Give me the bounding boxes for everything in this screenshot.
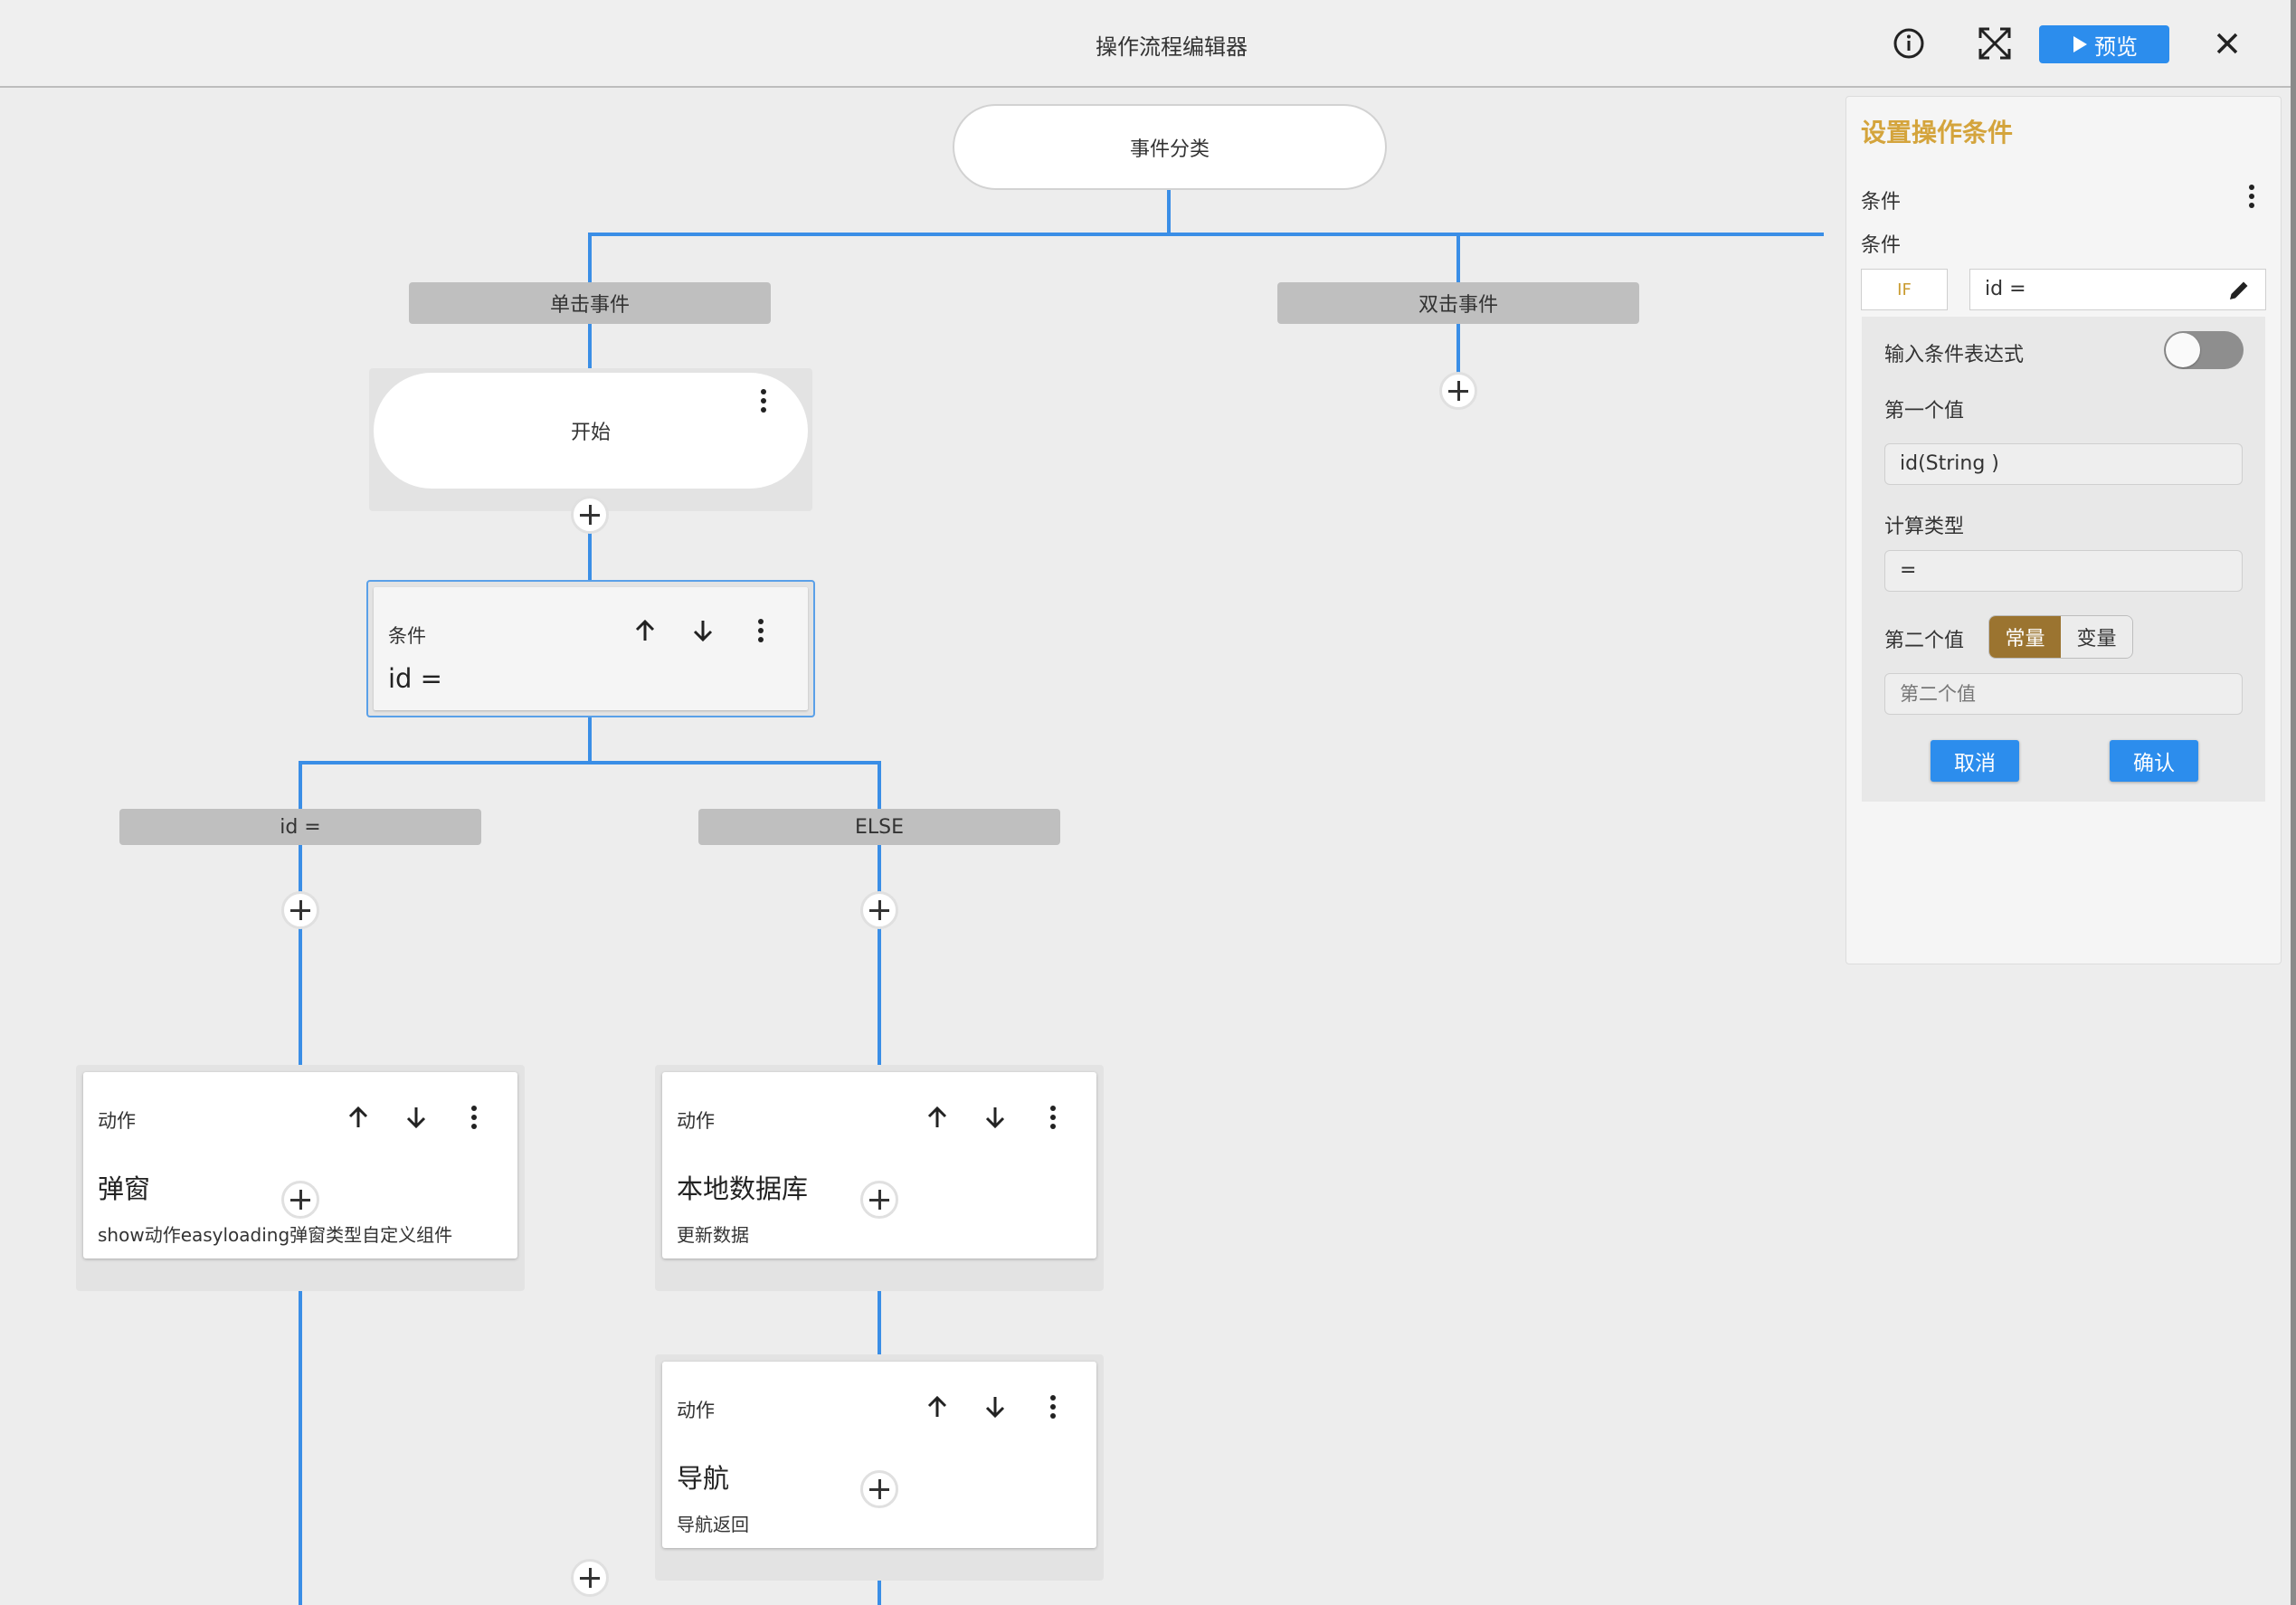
start-label: 开始 [570, 422, 611, 444]
first-value-label: 第一个值 [1884, 400, 1965, 423]
more-vert-icon[interactable] [1037, 1391, 1069, 1423]
condition-node[interactable]: 条件 id = [366, 580, 815, 717]
move-down-icon[interactable] [979, 1391, 1011, 1423]
move-down-icon[interactable] [979, 1101, 1011, 1134]
preview-label: 预览 [2094, 33, 2138, 60]
event-category-label: 事件分类 [1129, 138, 1210, 161]
move-up-icon[interactable] [629, 614, 661, 647]
branch-double-click-event[interactable]: 双击事件 [1277, 282, 1639, 324]
more-vert-icon[interactable] [458, 1101, 490, 1134]
fullscreen-icon[interactable] [1973, 22, 2016, 65]
add-node-button[interactable] [571, 1559, 609, 1597]
move-up-icon[interactable] [921, 1101, 954, 1134]
branch-if[interactable]: id = [119, 809, 481, 845]
branch-label: id = [280, 815, 321, 839]
add-node-button[interactable] [860, 891, 898, 929]
flow-canvas[interactable]: 事件分类 单击事件 双击事件 开始 条件 id = id = ELSE 动作 弹… [0, 90, 1827, 1605]
branch-label: 双击事件 [1418, 294, 1498, 317]
action-name: 本地数据库 [677, 1173, 809, 1204]
more-vert-icon[interactable] [2235, 180, 2268, 213]
more-vert-icon[interactable] [1037, 1101, 1069, 1134]
branch-label: ELSE [854, 815, 905, 839]
action-card[interactable]: 动作 弹窗 show动作easyloading弹窗类型自定义组件 [83, 1072, 517, 1258]
branch-else[interactable]: ELSE [698, 809, 1060, 845]
start-node[interactable]: 开始 [374, 373, 808, 489]
play-icon [2073, 36, 2087, 52]
condition-type: 条件 [388, 625, 426, 647]
preview-button[interactable]: 预览 [2039, 25, 2169, 63]
event-category-node[interactable]: 事件分类 [953, 104, 1387, 190]
title-bar: 操作流程编辑器 预览 [0, 0, 2291, 88]
connector [299, 761, 881, 765]
panel-title: 设置操作条件 [1861, 118, 2014, 147]
mode-variable-button[interactable]: 变量 [2061, 616, 2132, 658]
confirm-button[interactable]: 确认 [2110, 740, 2198, 782]
calc-type-select[interactable]: = [1884, 550, 2243, 592]
action-type: 动作 [677, 1400, 715, 1421]
action-desc: show动作easyloading弹窗类型自定义组件 [98, 1224, 453, 1246]
add-node-button[interactable] [281, 1181, 319, 1219]
second-value-mode: 常量 变量 [1988, 615, 2133, 659]
action-desc: 导航返回 [677, 1514, 749, 1535]
condition-expr: id = [388, 663, 442, 694]
action-type: 动作 [98, 1110, 136, 1132]
move-up-icon[interactable] [921, 1391, 954, 1423]
action-name: 弹窗 [98, 1173, 151, 1204]
if-tag[interactable]: IF [1861, 269, 1948, 310]
more-vert-icon[interactable] [747, 385, 780, 417]
branch-click-event[interactable]: 单击事件 [409, 282, 771, 324]
condition-field[interactable]: id = [1969, 269, 2266, 310]
window-title: 操作流程编辑器 [1096, 34, 1248, 60]
add-node-button[interactable] [1439, 372, 1477, 410]
flow-editor-dialog: 操作流程编辑器 预览 事件分类 单击事件 双击事件 开始 条件 id = id … [0, 0, 2291, 1605]
connector [588, 716, 592, 763]
expr-toggle[interactable] [2164, 331, 2244, 369]
edit-icon[interactable] [2225, 277, 2253, 304]
calc-type-label: 计算类型 [1884, 516, 1965, 538]
condition-popup: 输入条件表达式 第一个值 id(String ) 计算类型 = 第二个值 常量 … [1862, 317, 2265, 802]
second-value-label: 第二个值 [1884, 630, 1965, 652]
condition-label: 条件 [1861, 234, 1902, 257]
scrollbar[interactable] [2291, 0, 2296, 1605]
second-value-input[interactable]: 第二个值 [1884, 673, 2243, 715]
more-vert-icon[interactable] [745, 614, 777, 647]
branch-label: 单击事件 [549, 294, 630, 317]
add-node-button[interactable] [860, 1470, 898, 1508]
app: 操作流程编辑器 预览 事件分类 单击事件 双击事件 开始 条件 id = id … [0, 0, 2296, 1605]
action-card[interactable]: 动作 导航 导航返回 [662, 1362, 1096, 1548]
action-name: 导航 [677, 1463, 730, 1494]
move-up-icon[interactable] [342, 1101, 375, 1134]
info-icon[interactable] [1887, 22, 1931, 65]
mode-constant-button[interactable]: 常量 [1989, 616, 2061, 658]
move-down-icon[interactable] [400, 1101, 432, 1134]
action-card[interactable]: 动作 本地数据库 更新数据 [662, 1072, 1096, 1258]
expr-toggle-label: 输入条件表达式 [1884, 344, 2025, 366]
add-node-button[interactable] [281, 891, 319, 929]
first-value-field[interactable]: id(String ) [1884, 443, 2243, 485]
connector [1167, 189, 1171, 234]
close-icon[interactable] [2206, 22, 2249, 65]
action-type: 动作 [677, 1110, 715, 1132]
action-desc: 更新数据 [677, 1224, 749, 1246]
move-down-icon[interactable] [687, 614, 719, 647]
cancel-button[interactable]: 取消 [1931, 740, 2019, 782]
toggle-knob [2166, 333, 2200, 367]
section-label: 条件 [1861, 191, 1902, 214]
condition-card: 条件 id = [374, 587, 808, 710]
condition-value: id = [1985, 278, 2026, 300]
connector [588, 233, 1824, 236]
add-node-button[interactable] [571, 496, 609, 534]
add-node-button[interactable] [860, 1181, 898, 1219]
